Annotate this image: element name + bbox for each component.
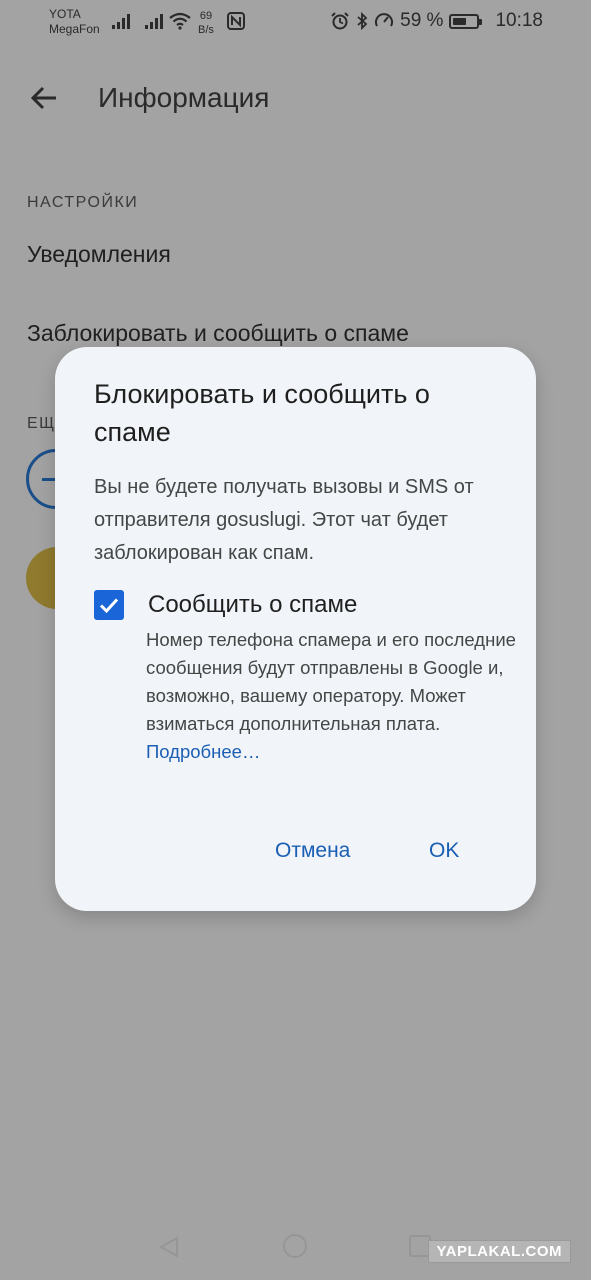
ok-button[interactable]: OK [423,835,465,867]
dialog-title: Блокировать и сообщить о спаме [94,379,430,447]
report-spam-description: Номер телефона спамера и его последние с… [146,626,516,766]
block-spam-item[interactable]: Заблокировать и сообщить о спаме [27,320,409,347]
arrow-back-icon [30,86,56,110]
nav-home-icon[interactable] [283,1234,307,1258]
back-button[interactable] [20,74,68,122]
signal-icon [112,14,130,29]
checkmark-icon [99,598,119,614]
report-spam-description-text: Номер телефона спамера и его последние с… [146,629,516,734]
network-speed: 69 B/s [198,9,214,37]
dialog-body: Вы не будете получать вызовы и SMS от от… [94,476,474,564]
carrier-megafon: MegaFon [49,22,100,36]
carrier-yota: YOTA [49,7,81,21]
speed-unit: B/s [198,24,214,36]
battery-fill [453,17,467,25]
settings-section-header: НАСТРОЙКИ [27,194,139,211]
notifications-item[interactable]: Уведомления [27,241,171,268]
status-right: 59 % 10:18 [330,10,543,32]
page-title: Информация [98,82,270,113]
battery-percent: 59 % [400,10,444,31]
nav-back-icon[interactable] [157,1235,181,1259]
report-spam-label[interactable]: Сообщить о спаме [148,591,357,619]
battery-icon [449,13,483,29]
alarm-icon [331,12,349,30]
data-saver-icon [375,13,394,27]
more-section-header: ЕЩ [27,415,56,432]
signal-icon [145,14,163,29]
report-spam-checkbox[interactable] [94,590,124,620]
watermark: YAPLAKAL.COM [427,1240,571,1263]
speed-value: 69 [199,10,213,22]
learn-more-link[interactable]: Подробнее… [146,741,260,762]
cancel-button[interactable]: Отмена [269,835,356,867]
status-bar: YOTA MegaFon 69 B/s 59 % 10:18 [0,0,591,44]
wifi-icon [169,12,191,30]
nfc-icon [227,12,245,30]
block-spam-dialog: Блокировать и сообщить о спаме Вы не буд… [55,347,536,911]
carrier-labels: YOTA MegaFon [49,7,100,37]
app-bar: Информация [0,60,591,136]
clock: 10:18 [495,10,543,31]
bluetooth-icon [357,11,368,31]
